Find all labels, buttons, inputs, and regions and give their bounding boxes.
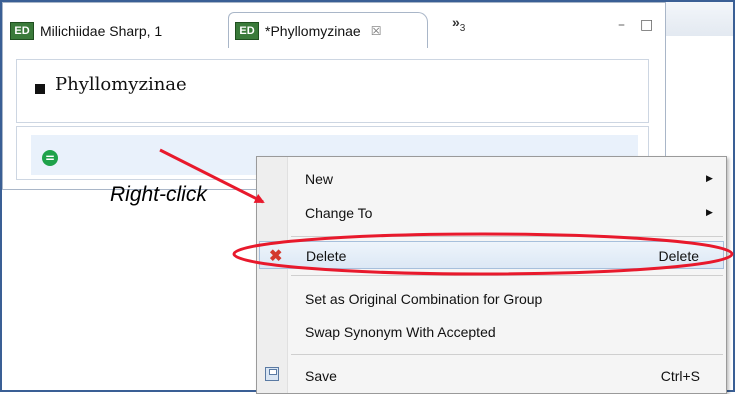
annotation-arrow xyxy=(159,148,265,204)
annotation-overlay xyxy=(159,148,734,276)
delete-highlight-ellipse xyxy=(232,232,734,276)
